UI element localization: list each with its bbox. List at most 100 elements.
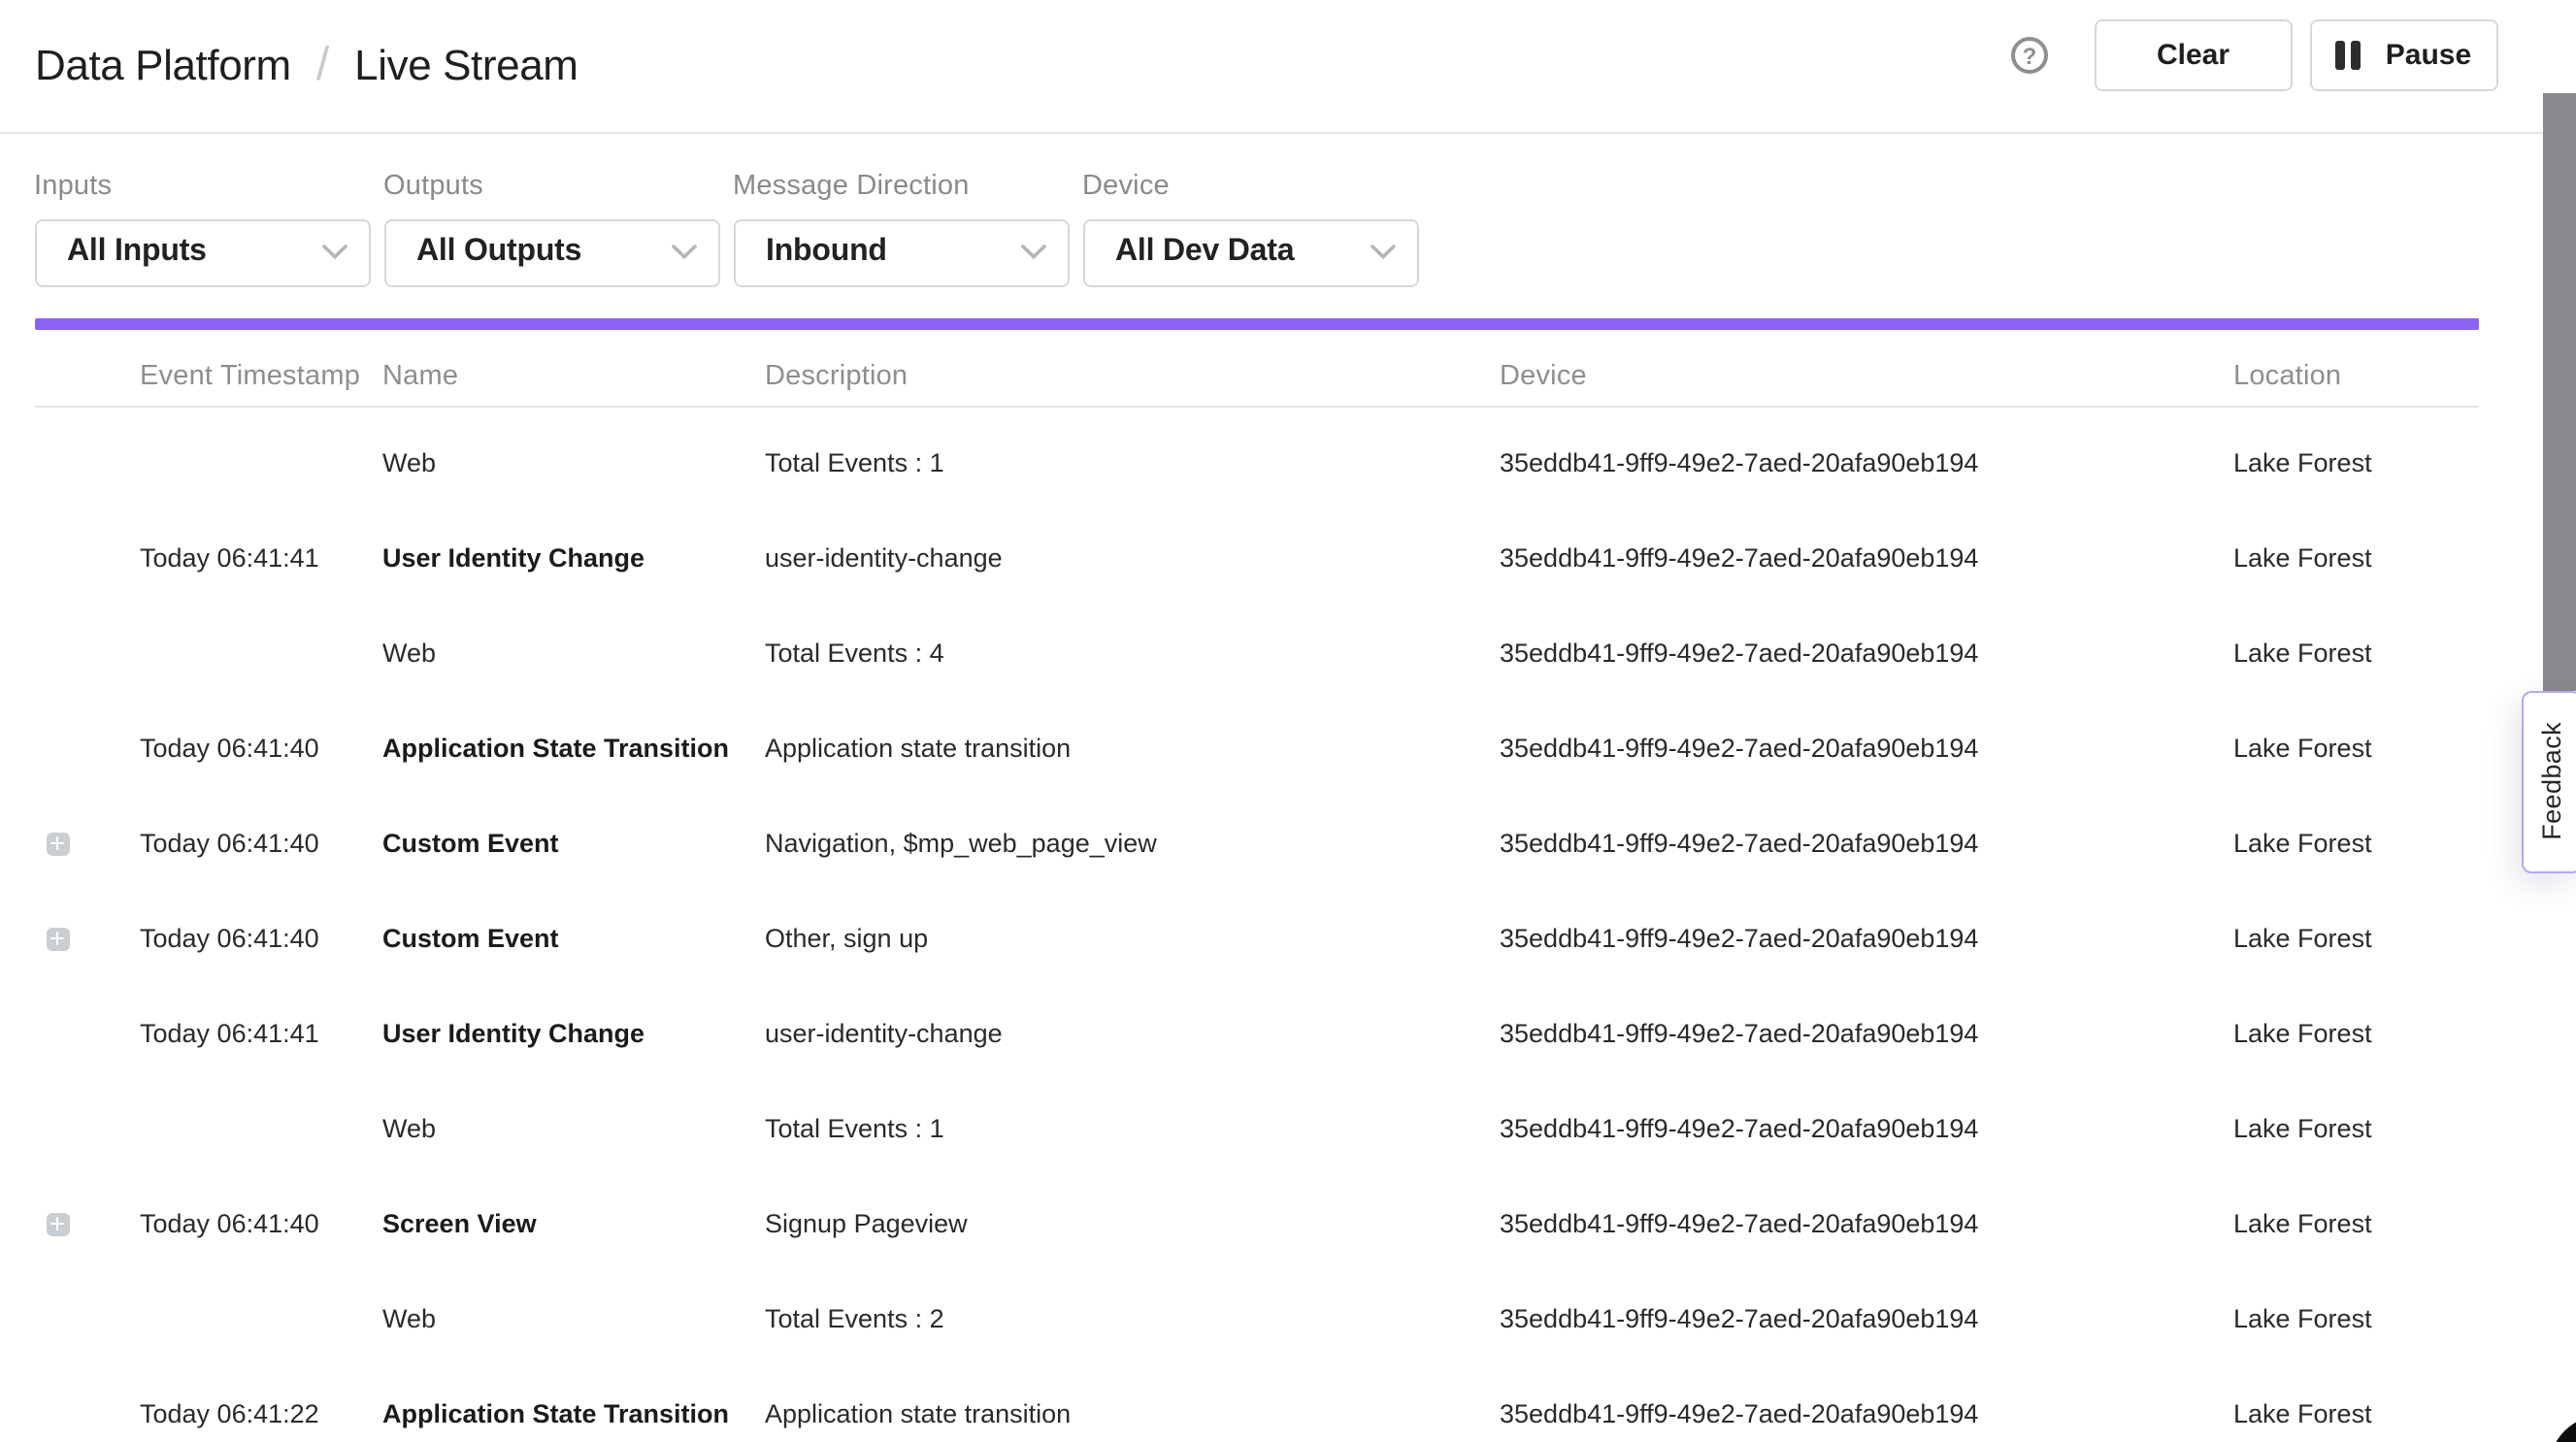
column-header-name: Name [382,361,765,392]
breadcrumb-data-platform[interactable]: Data Platform [35,41,291,91]
expand-plus-icon[interactable] [46,832,69,855]
device-select-value: All Dev Data [1115,236,1294,271]
event-device-id: 35eddb41-9ff9-49e2-7aed-20afa90eb194 [1500,1399,2233,1428]
event-location: Lake Forest [2233,1114,2479,1143]
message-direction-select[interactable]: Inbound [733,219,1070,286]
event-name: Web [382,1304,765,1333]
event-name: Web [382,639,765,668]
clear-button[interactable]: Clear [2095,19,2292,90]
expand-cell [34,1212,140,1235]
expand-cell [34,737,140,760]
expand-cell [34,546,140,570]
event-description: Navigation, $mp_web_page_view [765,829,1500,858]
expand-cell [34,1022,140,1045]
event-timestamp: Today 06:41:40 [140,1209,382,1238]
event-location: Lake Forest [2233,543,2479,573]
event-location: Lake Forest [2233,734,2479,763]
filter-device-label: Device [1082,171,1419,202]
expand-cell [34,451,140,475]
event-name: Custom Event [382,924,765,953]
events-table: Event Timestamp Name Description Device … [34,330,2479,1442]
expand-cell [34,832,140,855]
expand-plus-icon[interactable] [46,1212,69,1235]
table-body: Web Total Events : 1 35eddb41-9ff9-49e2-… [34,408,2479,1442]
breadcrumb-separator: / [316,39,329,93]
event-row[interactable]: Today 06:41:22 Application State Transit… [34,1366,2479,1442]
event-device-id: 35eddb41-9ff9-49e2-7aed-20afa90eb194 [1500,829,2233,858]
event-description: Total Events : 2 [765,1304,1500,1333]
event-name: Custom Event [382,829,765,858]
expand-cell [34,1307,140,1330]
filter-outputs: Outputs All Outputs [383,171,720,286]
help-icon[interactable]: ? [2011,37,2048,74]
event-timestamp: Today 06:41:40 [140,734,382,763]
event-row[interactable]: Today 06:41:40 Screen View Signup Pagevi… [34,1176,2479,1271]
event-row[interactable]: Today 06:41:41 User Identity Change user… [34,510,2479,606]
filters-bar: Inputs All Inputs Outputs All Outputs Me… [34,171,1419,286]
event-description: Application state transition [765,734,1500,763]
event-row[interactable]: Web Total Events : 1 35eddb41-9ff9-49e2-… [34,1081,2479,1176]
expand-cell [34,1117,140,1140]
event-name: Application State Transition [382,734,765,763]
event-name: User Identity Change [382,1019,765,1048]
event-device-id: 35eddb41-9ff9-49e2-7aed-20afa90eb194 [1500,924,2233,953]
filter-outputs-label: Outputs [383,171,720,202]
expand-plus-icon[interactable] [46,927,69,950]
outputs-select[interactable]: All Outputs [383,219,720,286]
help-glyph: ? [2023,42,2037,69]
event-row[interactable]: Web Total Events : 2 35eddb41-9ff9-49e2-… [34,1271,2479,1366]
feedback-tab-label: Feedback [2537,723,2566,841]
event-row[interactable]: Today 06:41:40 Custom Event Other, sign … [34,891,2479,986]
event-name: Web [382,1114,765,1143]
column-header-location: Location [2233,361,2479,392]
chevron-down-icon [1371,246,1396,261]
outputs-select-value: All Outputs [416,236,581,271]
event-location: Lake Forest [2233,448,2479,477]
clear-button-label: Clear [2157,39,2229,72]
event-description: Total Events : 1 [765,1114,1500,1143]
chevron-down-icon [672,246,697,261]
event-row[interactable]: Web Total Events : 4 35eddb41-9ff9-49e2-… [34,606,2479,701]
column-header-device: Device [1500,361,2233,392]
event-device-id: 35eddb41-9ff9-49e2-7aed-20afa90eb194 [1500,1209,2233,1238]
event-location: Lake Forest [2233,1209,2479,1238]
column-header-description: Description [765,361,1500,392]
event-row[interactable]: Today 06:41:40 Custom Event Navigation, … [34,796,2479,891]
feedback-tab[interactable]: Feedback [2522,690,2576,873]
filter-inputs-label: Inputs [34,171,371,202]
event-device-id: 35eddb41-9ff9-49e2-7aed-20afa90eb194 [1500,734,2233,763]
pause-button[interactable]: Pause [2310,19,2497,90]
event-timestamp: Today 06:41:40 [140,924,382,953]
inputs-select-value: All Inputs [67,236,207,271]
event-description: user-identity-change [765,543,1500,573]
filter-inputs: Inputs All Inputs [34,171,371,286]
event-device-id: 35eddb41-9ff9-49e2-7aed-20afa90eb194 [1500,1304,2233,1333]
event-device-id: 35eddb41-9ff9-49e2-7aed-20afa90eb194 [1500,543,2233,573]
pause-icon [2336,41,2361,70]
scrollbar-thumb[interactable] [2543,93,2576,691]
event-description: user-identity-change [765,1019,1500,1048]
event-name: User Identity Change [382,543,765,573]
expand-cell [34,1402,140,1426]
stream-progress-bar [34,318,2479,329]
event-name: Screen View [382,1209,765,1238]
event-device-id: 35eddb41-9ff9-49e2-7aed-20afa90eb194 [1500,448,2233,477]
chat-bubble-icon[interactable] [2549,1415,2576,1442]
event-description: Application state transition [765,1399,1500,1428]
event-device-id: 35eddb41-9ff9-49e2-7aed-20afa90eb194 [1500,1114,2233,1143]
event-row[interactable]: Today 06:41:41 User Identity Change user… [34,986,2479,1081]
event-timestamp: Today 06:41:41 [140,1019,382,1048]
event-row[interactable]: Web Total Events : 1 35eddb41-9ff9-49e2-… [34,415,2479,510]
pause-button-label: Pause [2386,39,2471,72]
event-location: Lake Forest [2233,924,2479,953]
filter-device: Device All Dev Data [1082,171,1419,286]
filter-message-direction: Message Direction Inbound [733,171,1070,286]
event-location: Lake Forest [2233,1304,2479,1333]
inputs-select[interactable]: All Inputs [34,219,371,286]
event-row[interactable]: Today 06:41:40 Application State Transit… [34,701,2479,796]
device-select[interactable]: All Dev Data [1082,219,1419,286]
column-header-event-timestamp: Event Timestamp [140,361,382,392]
event-location: Lake Forest [2233,1019,2479,1048]
event-timestamp: Today 06:41:22 [140,1399,382,1428]
expand-cell [34,641,140,665]
